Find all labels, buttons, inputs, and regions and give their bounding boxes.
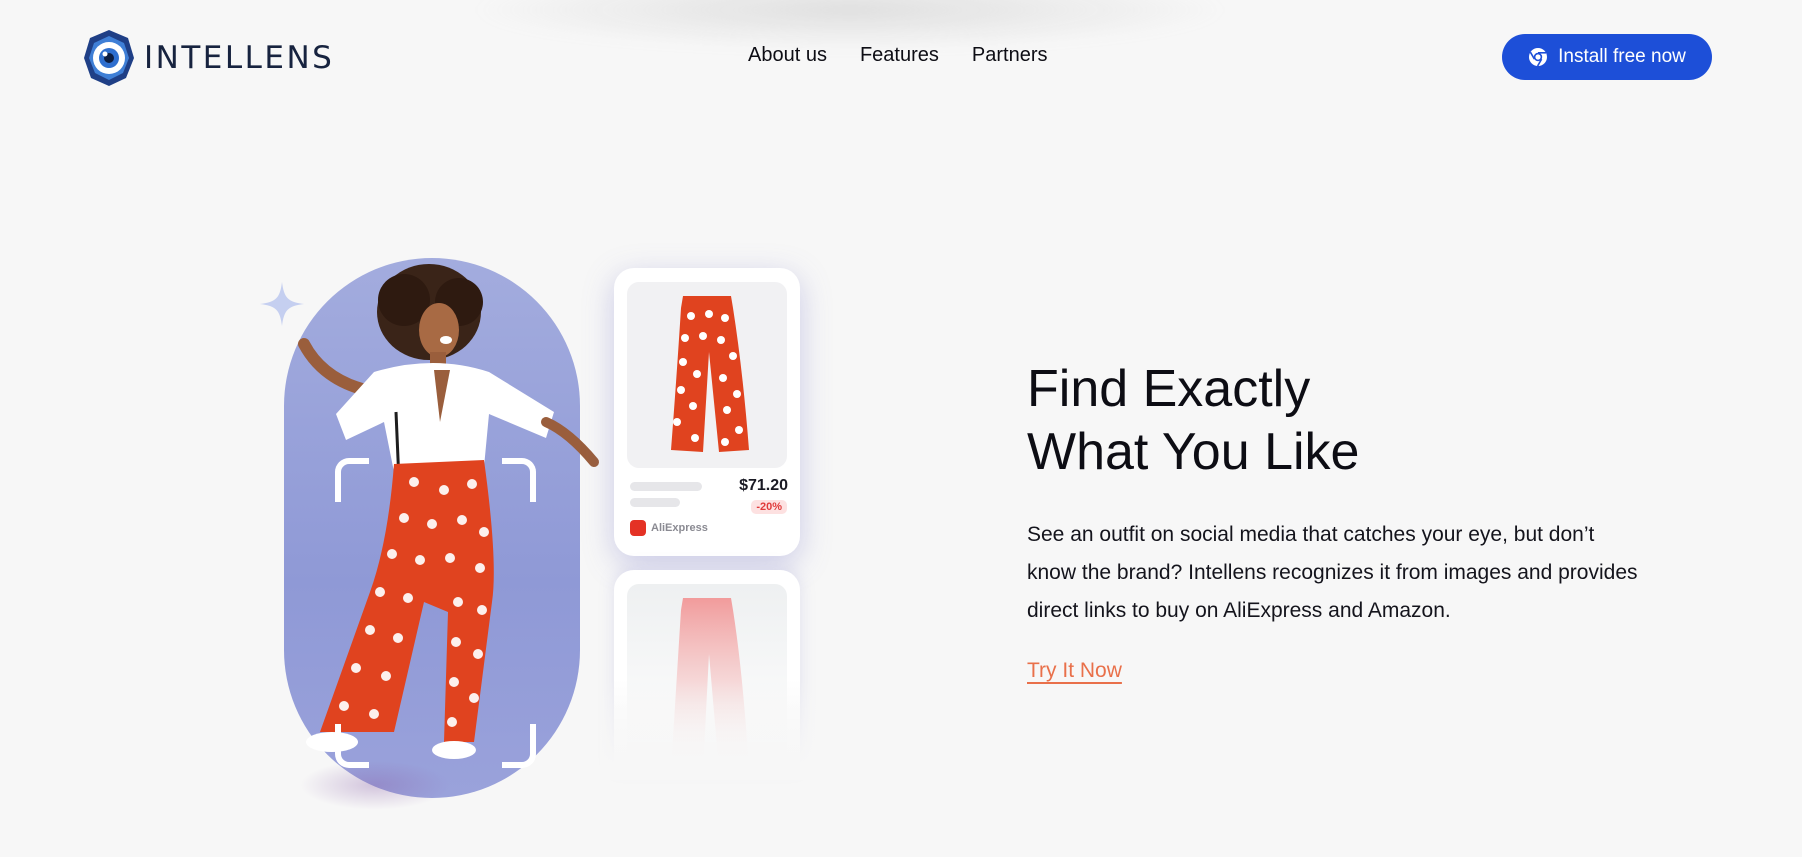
install-free-button[interactable]: Install free now [1502,34,1712,80]
site-header: INTELLENS About us Features Partners Ins… [0,0,1802,115]
product-match-card[interactable]: $71.20 -20% AliExpress [614,268,800,556]
placeholder-line [630,498,680,507]
scan-bracket-top-right [502,458,536,502]
product-image [627,282,787,468]
try-it-now-link[interactable]: Try It Now [1027,659,1122,683]
nav-features[interactable]: Features [860,44,939,67]
scan-bracket-bottom-right [502,724,536,768]
product-price: $71.20 [739,477,788,494]
aliexpress-icon [630,520,646,536]
landing-page: INTELLENS About us Features Partners Ins… [0,0,1802,857]
logo[interactable]: INTELLENS [82,28,334,88]
chrome-icon [1529,48,1548,67]
scan-bracket-top-left [335,458,369,502]
nav-partners[interactable]: Partners [972,44,1048,67]
store-name: AliExpress [651,522,708,534]
intellens-logo-icon [84,30,134,86]
install-button-label: Install free now [1558,46,1686,67]
scan-bracket-bottom-left [335,724,369,768]
hero-title: Find Exactly What You Like [1027,358,1627,484]
model-photo [298,264,599,759]
discount-badge: -20% [751,500,787,514]
nav-about-us[interactable]: About us [748,44,827,67]
card-fade-overlay [600,680,820,780]
main-nav: About us Features Partners [748,44,1047,67]
logo-text: INTELLENS [144,40,335,76]
hero-title-line-1: Find Exactly [1027,360,1311,418]
hero-description: See an outfit on social media that catch… [1027,523,1638,622]
hero-title-line-2: What You Like [1027,423,1360,481]
placeholder-line [630,482,702,491]
store-label: AliExpress [630,520,708,536]
